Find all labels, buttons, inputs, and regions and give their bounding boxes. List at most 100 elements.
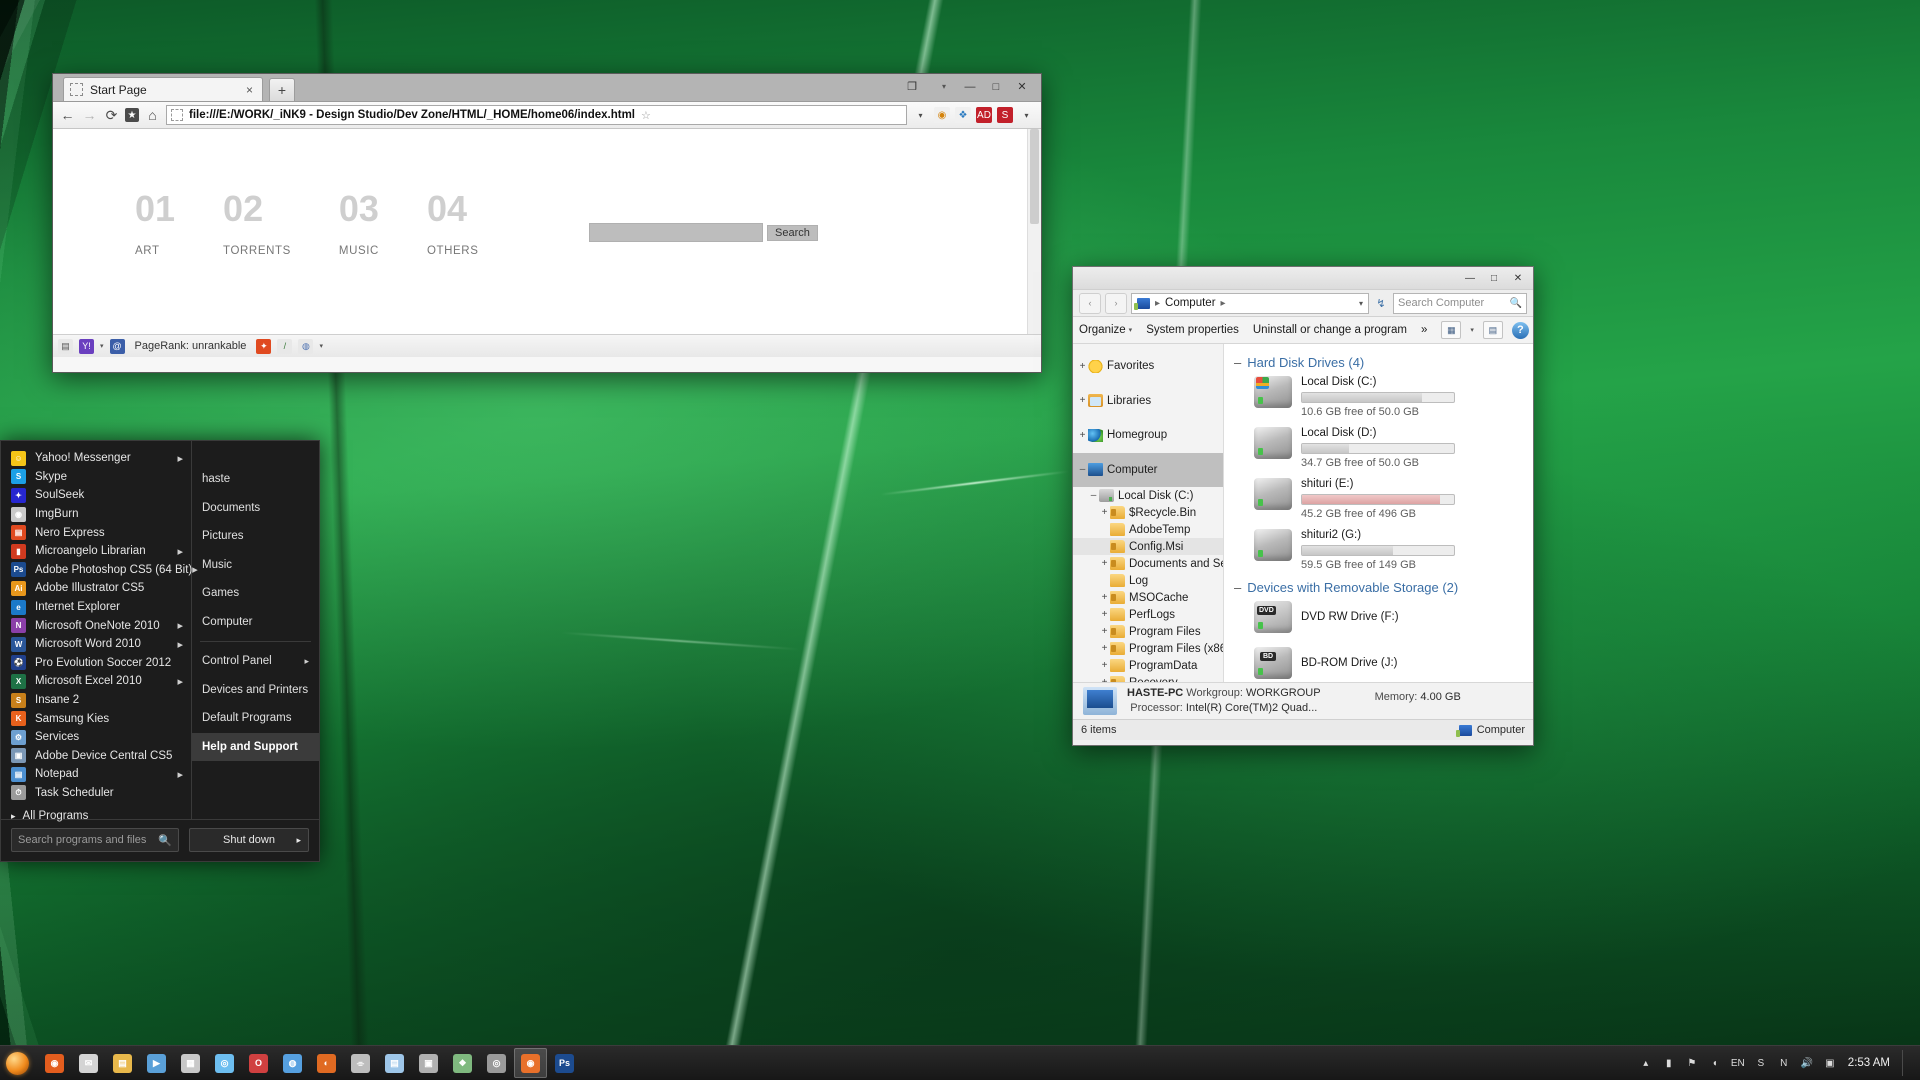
tree-item-recycle-bin[interactable]: + $Recycle.Bin [1073, 504, 1223, 521]
start-place-devices-and-printers[interactable]: Devices and Printers [192, 676, 319, 705]
start-menu[interactable]: ☺ Yahoo! Messenger ▸ S Skype ✦ SoulSeek ◉ ImgBur… [0, 440, 320, 862]
start-button[interactable] [0, 1046, 34, 1080]
tree-item-programdata[interactable]: + ProgramData [1073, 657, 1223, 674]
minimize-button[interactable]: — [959, 77, 981, 96]
taskbar-opera-icon[interactable]: O [242, 1048, 275, 1078]
start-program-yahoo-messenger[interactable]: ☺ Yahoo! Messenger ▸ [1, 449, 191, 468]
start-place-help-and-support[interactable]: Help and Support [192, 732, 319, 761]
expand-icon[interactable]: + [1077, 430, 1088, 441]
refresh-icon[interactable]: ↯ [1373, 294, 1389, 312]
language-indicator[interactable]: EN [1730, 1055, 1746, 1071]
start-program-nero-express[interactable]: ▤ Nero Express [1, 523, 191, 542]
start-menu-programs[interactable]: ☺ Yahoo! Messenger ▸ S Skype ✦ SoulSeek ◉ ImgBur… [1, 441, 198, 822]
taskbar-image-viewer-icon[interactable]: ▣ [412, 1048, 445, 1078]
breadcrumb-separator[interactable]: ▸ [1221, 298, 1226, 309]
page-search-input[interactable] [589, 223, 763, 242]
taskbar-firefox-icon[interactable]: ◉ [38, 1048, 71, 1078]
tree-item-local-disk-c[interactable]: – Local Disk (C:) [1073, 487, 1223, 504]
yahoo-chevron-icon[interactable]: ▾ [100, 342, 104, 350]
start-place-pictures[interactable]: Pictures [192, 522, 319, 551]
taskbar-firefox-alt-icon[interactable]: ◐ [310, 1048, 343, 1078]
tree-item-computer[interactable]: – Computer [1073, 452, 1223, 487]
taskbar-photos-icon[interactable]: ❖ [446, 1048, 479, 1078]
submenu-arrow-icon[interactable]: ▸ [304, 656, 309, 667]
address-dropdown-icon[interactable]: ▾ [912, 107, 929, 124]
forward-icon[interactable]: → [81, 107, 98, 124]
explorer-title-bar[interactable]: — □ ✕ [1073, 267, 1533, 290]
tree-item-homegroup[interactable]: + Homegroup [1073, 418, 1223, 453]
tree-item-msocache[interactable]: + MSOCache [1073, 589, 1223, 606]
view-chevron-icon[interactable]: ▾ [1470, 326, 1474, 334]
start-program-microsoft-onenote-2010[interactable]: N Microsoft OneNote 2010 ▸ [1, 616, 191, 635]
expand-icon[interactable]: + [1099, 660, 1110, 671]
firebug-icon[interactable]: ✦ [256, 338, 272, 354]
feed-icon[interactable]: ❖ [955, 107, 971, 123]
taskbar-headphones-icon[interactable]: ⌯ [344, 1048, 377, 1078]
page-search-button[interactable]: Search [767, 224, 818, 241]
taskbar-clock[interactable]: 2:53 AM [1848, 1057, 1890, 1069]
tree-item-recovery[interactable]: + Recovery [1073, 674, 1223, 682]
system-tray[interactable]: ▴ ▮ ⚑ ◖ EN S N 🔊 ▣ 2:53 AM [1638, 1050, 1920, 1076]
start-program-services[interactable]: ⚙ Services [1, 728, 191, 747]
tab-close-icon[interactable]: × [243, 83, 256, 97]
new-tab-button[interactable]: + [269, 78, 295, 102]
tree-item-program-files-x86[interactable]: + Program Files (x86) [1073, 640, 1223, 657]
taskbar-calculator-icon[interactable]: ▤ [378, 1048, 411, 1078]
search-icon[interactable]: 🔍 [1510, 298, 1522, 309]
browser-tab[interactable]: Start Page × [63, 77, 263, 101]
explorer-close-button[interactable]: ✕ [1507, 270, 1529, 286]
at-icon[interactable]: @ [109, 338, 125, 354]
expand-icon[interactable]: + [1099, 592, 1110, 603]
start-search-input[interactable]: Search programs and files 🔍 [11, 828, 179, 852]
expand-icon[interactable]: + [1099, 643, 1110, 654]
preview-pane-icon[interactable]: ▤ [1482, 321, 1503, 339]
submenu-arrow-icon[interactable]: ▸ [177, 545, 183, 558]
status-page-icon[interactable]: ▤ [58, 338, 73, 354]
tree-item-program-files[interactable]: + Program Files [1073, 623, 1223, 640]
skype-tray-icon[interactable]: S [1753, 1055, 1769, 1071]
taskbar-windows-explorer-icon[interactable]: ▤ [106, 1048, 139, 1078]
start-place-computer[interactable]: Computer [192, 608, 319, 637]
search-icon[interactable]: 🔍 [158, 834, 172, 847]
content-pane[interactable]: – Hard Disk Drives (4) Local Disk (C:) 10.6… [1224, 344, 1533, 682]
drive-item[interactable]: DVD RW Drive (F:) [1254, 601, 1533, 633]
navigation-pane[interactable]: + Favorites + Libraries + Homegroup – Computer –… [1073, 344, 1224, 682]
explorer-back-icon[interactable]: ‹ [1079, 292, 1101, 314]
restore-down-icon[interactable]: ❐ [901, 77, 923, 96]
drive-item[interactable]: Local Disk (D:) 34.7 GB free of 50.0 GB [1254, 427, 1533, 469]
tree-item-favorites[interactable]: + Favorites [1073, 349, 1223, 384]
start-place-games[interactable]: Games [192, 579, 319, 608]
toolbar-overflow-icon[interactable]: ▾ [1018, 107, 1035, 124]
tree-item-config-msi[interactable]: Config.Msi [1073, 538, 1223, 555]
browser-window[interactable]: Start Page × + ❐ ▾ — □ ✕ ← → ⟳ ★ ⌂ file:… [52, 73, 1042, 373]
taskbar-chrome-icon[interactable]: ◍ [276, 1048, 309, 1078]
start-program-adobe-device-central-cs5[interactable]: ▣ Adobe Device Central CS5 [1, 747, 191, 766]
start-place-user[interactable]: haste [192, 465, 319, 494]
status-chevron-icon[interactable]: ▾ [319, 342, 323, 350]
command-overflow-button[interactable]: » [1421, 324, 1427, 336]
yahoo-toolbar-icon[interactable]: Y! [79, 338, 94, 354]
category-item[interactable]: 01 ART [135, 191, 175, 258]
taskbar-active-browser-icon[interactable]: ◉ [514, 1048, 547, 1078]
globe-icon[interactable]: ◍ [298, 338, 314, 354]
bookmark-star-icon[interactable]: ☆ [641, 109, 651, 122]
shutdown-arrow-icon[interactable]: ▸ [296, 835, 301, 846]
scrollbar-thumb[interactable] [1030, 129, 1039, 224]
start-place-default-programs[interactable]: Default Programs [192, 704, 319, 733]
submenu-arrow-icon[interactable]: ▸ [177, 768, 183, 781]
home-icon[interactable]: ⌂ [144, 107, 161, 124]
start-program-microsoft-excel-2010[interactable]: X Microsoft Excel 2010 ▸ [1, 672, 191, 691]
start-program-microsoft-word-2010[interactable]: W Microsoft Word 2010 ▸ [1, 635, 191, 654]
taskbar-media-player-icon[interactable]: ▶ [140, 1048, 173, 1078]
tray-expand-icon[interactable]: ▴ [1638, 1055, 1654, 1071]
start-program-adobe-illustrator-cs5[interactable]: Ai Adobe Illustrator CS5 [1, 579, 191, 598]
help-icon[interactable]: ? [1511, 321, 1529, 339]
explorer-search-input[interactable]: Search Computer 🔍 [1393, 292, 1527, 314]
start-place-music[interactable]: Music [192, 551, 319, 580]
expand-icon[interactable]: + [1099, 626, 1110, 637]
start-program-internet-explorer[interactable]: e Internet Explorer [1, 598, 191, 617]
reload-icon[interactable]: ⟳ [103, 107, 120, 124]
breadcrumb-root[interactable]: Computer [1165, 297, 1216, 309]
taskbar[interactable]: ◉ ✉ ▤ ▶ ▦ ◎ O ◍ ◐ ⌯ ▤ ▣ ❖ ◎ ◉ Ps ▴ ▮ ⚑ ◖ EN S N 🔊 ▣ 2:53 AM [0, 1045, 1920, 1080]
taskbar-camera-icon[interactable]: ◎ [480, 1048, 513, 1078]
